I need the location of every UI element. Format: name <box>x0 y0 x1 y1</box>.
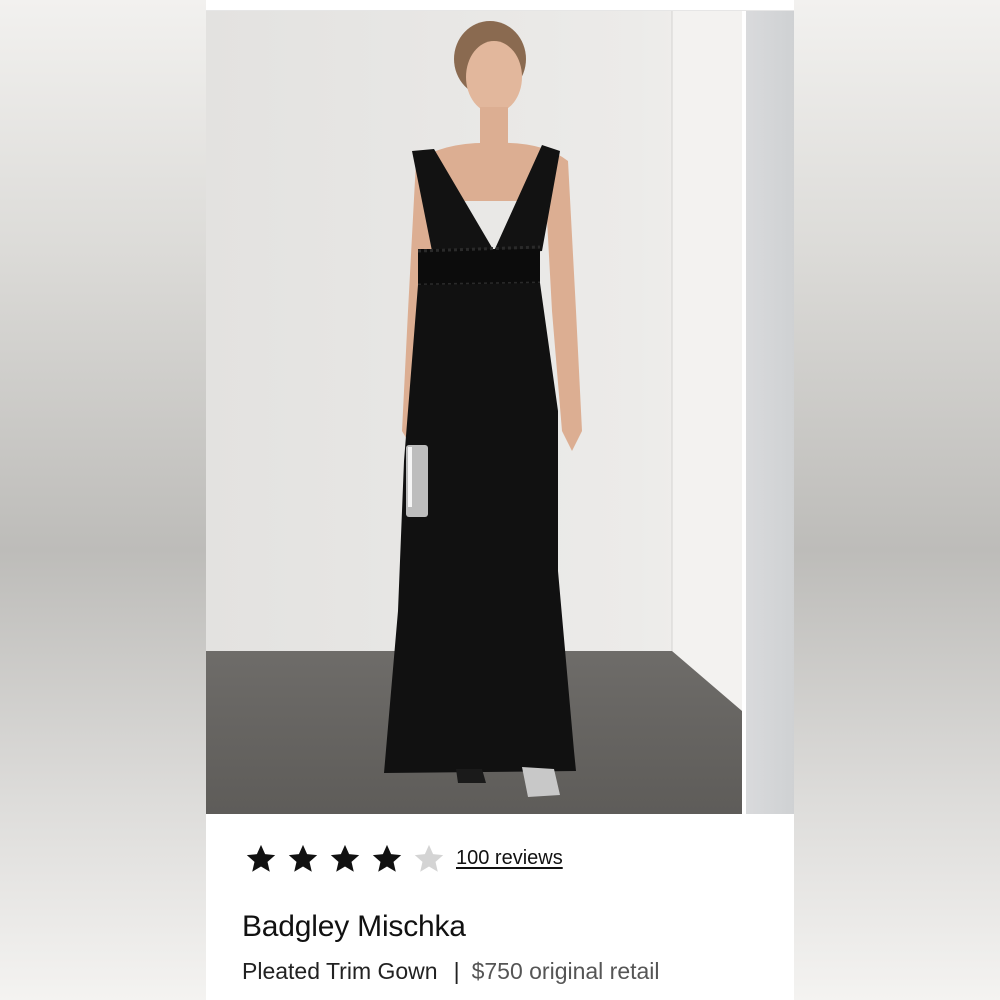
product-image[interactable] <box>206 11 742 814</box>
price-note: $750 original retail <box>471 958 660 984</box>
product-info: 100 reviews Badgley Mischka Pleated Trim… <box>206 814 794 1000</box>
top-strip <box>206 0 794 11</box>
separator: | <box>453 958 460 984</box>
star-empty-icon <box>414 844 444 872</box>
background-right <box>794 0 1000 1000</box>
product-subline: Pleated Trim Gown | $750 original retail <box>242 958 660 985</box>
star-filled-icon <box>372 844 402 872</box>
reviews-link[interactable]: 100 reviews <box>456 847 563 870</box>
product-card: 100 reviews Badgley Mischka Pleated Trim… <box>206 0 794 1000</box>
product-name: Pleated Trim Gown <box>242 958 438 984</box>
rating-stars[interactable] <box>242 842 448 876</box>
star-filled-icon <box>330 844 360 872</box>
background-left <box>0 0 206 1000</box>
brand-name: Badgley Mischka <box>242 910 466 943</box>
next-image-peek[interactable] <box>746 11 794 814</box>
product-photo <box>206 11 742 814</box>
star-filled-icon <box>288 844 318 872</box>
star-filled-icon <box>246 844 276 872</box>
